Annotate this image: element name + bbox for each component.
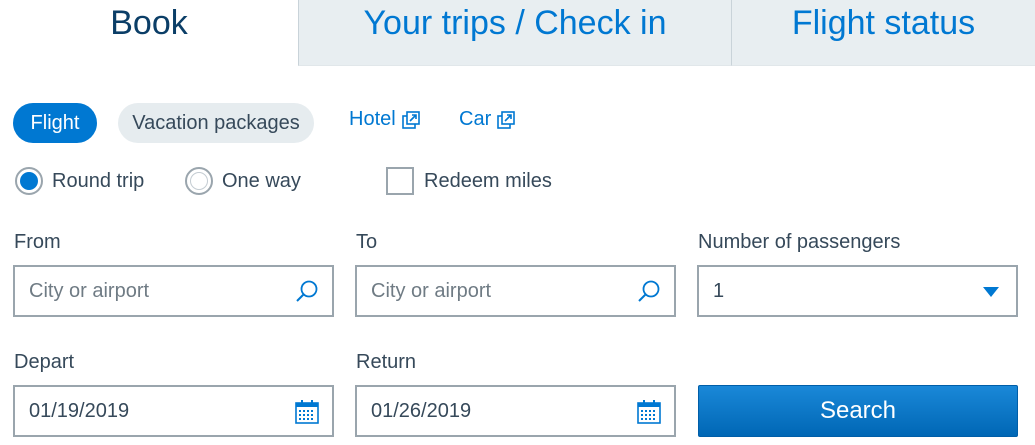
tab-flight-status[interactable]: Flight status [731, 0, 1035, 66]
hotel-link-label: Hotel [349, 108, 396, 130]
tab-book-label: Book [110, 4, 188, 42]
flight-mode-button[interactable]: Flight [13, 103, 97, 143]
depart-label: Depart [14, 351, 75, 373]
passengers-label: Number of passengers [698, 231, 901, 253]
tab-your-trips-label: Your trips / Check in [363, 4, 667, 42]
return-label: Return [356, 351, 417, 373]
calendar-icon[interactable] [636, 399, 662, 425]
checkbox-icon [386, 167, 414, 195]
hotel-link[interactable]: Hotel [349, 108, 420, 131]
car-link[interactable]: Car [459, 108, 516, 131]
depart-field[interactable]: 01/19/2019 [13, 385, 334, 437]
to-field [355, 265, 676, 317]
passengers-select[interactable]: 1 [697, 265, 1018, 317]
return-field[interactable]: 01/26/2019 [355, 385, 676, 437]
round-trip-label: Round trip [52, 169, 145, 192]
external-link-icon [401, 110, 420, 129]
external-link-icon [497, 110, 516, 129]
calendar-icon[interactable] [294, 399, 320, 425]
one-way-label: One way [222, 169, 301, 192]
depart-value: 01/19/2019 [29, 399, 130, 422]
from-input[interactable] [29, 279, 259, 303]
round-trip-radio[interactable]: Round trip [15, 167, 144, 195]
search-button[interactable]: Search [698, 385, 1018, 437]
car-link-label: Car [459, 108, 492, 130]
tab-book[interactable]: Book [0, 0, 298, 66]
from-field [13, 265, 334, 317]
booking-tabs: Book Your trips / Check in Flight status [0, 0, 1035, 66]
return-value: 01/26/2019 [371, 399, 472, 422]
redeem-miles-checkbox[interactable]: Redeem miles [386, 167, 552, 195]
chevron-down-icon [983, 287, 999, 297]
vacation-packages-button[interactable]: Vacation packages [118, 103, 314, 143]
magnifier-icon[interactable] [294, 279, 320, 305]
to-label: To [356, 231, 378, 253]
redeem-miles-label: Redeem miles [424, 169, 552, 192]
one-way-radio[interactable]: One way [185, 167, 301, 195]
from-label: From [14, 231, 61, 253]
passengers-value: 1 [713, 279, 725, 302]
radio-unchecked-icon [185, 167, 213, 195]
tab-flight-status-label: Flight status [791, 4, 976, 42]
radio-checked-icon [15, 167, 43, 195]
to-input[interactable] [371, 279, 601, 303]
magnifier-icon[interactable] [636, 279, 662, 305]
tab-your-trips[interactable]: Your trips / Check in [298, 0, 731, 66]
